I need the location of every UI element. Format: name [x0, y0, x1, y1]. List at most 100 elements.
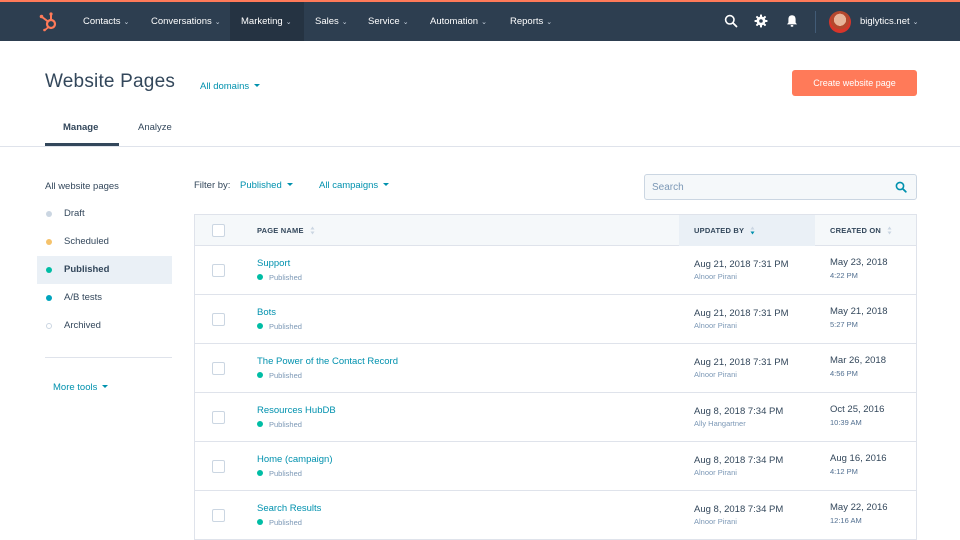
sidebar-item-label: Archived — [64, 320, 101, 331]
chevron-down-icon: ⌄ — [123, 19, 130, 26]
sidebar-item-published[interactable]: Published — [37, 256, 172, 284]
sidebar-item-label: Scheduled — [64, 236, 109, 247]
published-dot-icon — [257, 372, 263, 379]
updated-by-user: Alnoor Pirani — [694, 517, 737, 526]
page-name-link[interactable]: The Power of the Contact Record — [257, 356, 398, 367]
chevron-down-icon: ⌄ — [285, 19, 292, 26]
caret-down-icon — [286, 182, 293, 186]
campaign-filter-dropdown[interactable]: All campaigns — [319, 180, 390, 191]
campaign-filter-label: All campaigns — [319, 180, 379, 191]
column-header-updated-by[interactable]: UPDATED BY — [694, 215, 755, 246]
page-name-link[interactable]: Resources HubDB — [257, 405, 336, 416]
account-menu[interactable]: biglytics.net ⌄ — [860, 2, 919, 41]
select-all-checkbox[interactable] — [212, 224, 225, 237]
created-time: 4:12 PM — [830, 467, 858, 476]
page-name-link[interactable]: Search Results — [257, 503, 321, 514]
tab-manage[interactable]: Manage — [63, 122, 98, 133]
status-dot-icon — [46, 323, 52, 329]
table-row: Support Published Aug 21, 2018 7:31 PM A… — [195, 246, 916, 295]
nav-contacts[interactable]: Contacts ⌄ — [83, 2, 129, 41]
status-badge: Published — [257, 420, 302, 429]
table-row: The Power of the Contact Record Publishe… — [195, 344, 916, 393]
nav-conversations[interactable]: Conversations ⌄ — [151, 2, 221, 41]
nav-sales[interactable]: Sales ⌄ — [315, 2, 348, 41]
row-checkbox[interactable] — [212, 460, 225, 473]
status-dot-icon — [46, 239, 52, 245]
nav-service[interactable]: Service ⌄ — [368, 2, 409, 41]
updated-date: Aug 21, 2018 7:31 PM — [694, 357, 789, 368]
row-checkbox[interactable] — [212, 362, 225, 375]
created-time: 12:16 AM — [830, 516, 862, 525]
status-filter-label: Published — [240, 180, 282, 191]
hubspot-logo-icon[interactable] — [38, 10, 60, 32]
sidebar-item-label: Draft — [64, 208, 85, 219]
status-text: Published — [269, 371, 302, 380]
created-date: Mar 26, 2018 — [830, 355, 886, 366]
status-dot-icon — [46, 295, 52, 301]
search-box — [644, 174, 917, 200]
nav-automation[interactable]: Automation ⌄ — [430, 2, 487, 41]
table-row: Search Results Published Aug 8, 2018 7:3… — [195, 491, 916, 540]
search-input[interactable] — [652, 175, 882, 199]
created-time: 5:27 PM — [830, 320, 858, 329]
more-tools-dropdown[interactable]: More tools — [53, 382, 109, 393]
column-header-page-name[interactable]: PAGE NAME — [257, 215, 315, 246]
create-website-page-button[interactable]: Create website page — [792, 70, 917, 96]
status-filter-dropdown[interactable]: Published — [240, 180, 293, 191]
page-title: Website Pages — [45, 71, 176, 92]
tab-divider — [0, 146, 960, 147]
nav-label: Conversations — [151, 16, 212, 27]
nav-label: Sales — [315, 16, 339, 27]
column-header-created-on[interactable]: CREATED ON — [830, 215, 892, 246]
bell-icon[interactable] — [785, 14, 799, 28]
chevron-down-icon: ⌄ — [214, 19, 221, 26]
nav-reports[interactable]: Reports ⌄ — [510, 2, 552, 41]
tab-analyze[interactable]: Analyze — [138, 122, 172, 133]
nav-label: Automation — [430, 16, 479, 27]
updated-date: Aug 8, 2018 7:34 PM — [694, 504, 784, 515]
status-text: Published — [269, 469, 302, 478]
row-checkbox[interactable] — [212, 313, 225, 326]
updated-date: Aug 21, 2018 7:31 PM — [694, 259, 789, 270]
table-header: PAGE NAME UPDATED BY CREATED ON — [195, 215, 916, 246]
gear-icon[interactable] — [754, 14, 768, 28]
chevron-down-icon: ⌄ — [481, 19, 487, 26]
column-label: PAGE NAME — [257, 226, 304, 235]
row-checkbox[interactable] — [212, 264, 225, 277]
published-dot-icon — [257, 519, 263, 526]
created-time: 4:56 PM — [830, 369, 858, 378]
table-row: Home (campaign) Published Aug 8, 2018 7:… — [195, 442, 916, 491]
row-checkbox[interactable] — [212, 411, 225, 424]
chevron-down-icon: ⌄ — [912, 19, 919, 26]
published-dot-icon — [257, 421, 263, 428]
avatar[interactable] — [829, 11, 851, 33]
search-icon[interactable] — [724, 14, 738, 28]
created-time: 10:39 AM — [830, 418, 862, 427]
domains-dropdown[interactable]: All domains — [200, 81, 261, 92]
updated-by-user: Alnoor Pirani — [694, 321, 737, 330]
status-badge: Published — [257, 469, 302, 478]
sidebar-item-ab-tests[interactable]: A/B tests — [37, 284, 172, 312]
sidebar-item-scheduled[interactable]: Scheduled — [37, 228, 172, 256]
status-badge: Published — [257, 273, 302, 282]
sort-descending-icon — [750, 226, 755, 235]
sidebar-item-archived[interactable]: Archived — [37, 312, 172, 340]
published-dot-icon — [257, 323, 263, 330]
search-icon[interactable] — [895, 181, 907, 193]
updated-by-user: Alnoor Pirani — [694, 272, 737, 281]
nav-label: Contacts — [83, 16, 121, 27]
caret-down-icon — [383, 182, 390, 186]
sidebar-all-pages[interactable]: All website pages — [45, 181, 119, 192]
sidebar-item-draft[interactable]: Draft — [37, 200, 172, 228]
row-checkbox[interactable] — [212, 509, 225, 522]
nav-label: Service — [368, 16, 400, 27]
nav-marketing[interactable]: Marketing ⌄ — [241, 2, 292, 41]
updated-by-user: Alnoor Pirani — [694, 468, 737, 477]
page-name-link[interactable]: Bots — [257, 307, 276, 318]
pages-table: PAGE NAME UPDATED BY CREATED ON Support … — [194, 214, 917, 540]
page-name-link[interactable]: Home (campaign) — [257, 454, 333, 465]
page-name-link[interactable]: Support — [257, 258, 290, 269]
sort-icon — [887, 226, 892, 235]
created-time: 4:22 PM — [830, 271, 858, 280]
table-row: Resources HubDB Published Aug 8, 2018 7:… — [195, 393, 916, 442]
